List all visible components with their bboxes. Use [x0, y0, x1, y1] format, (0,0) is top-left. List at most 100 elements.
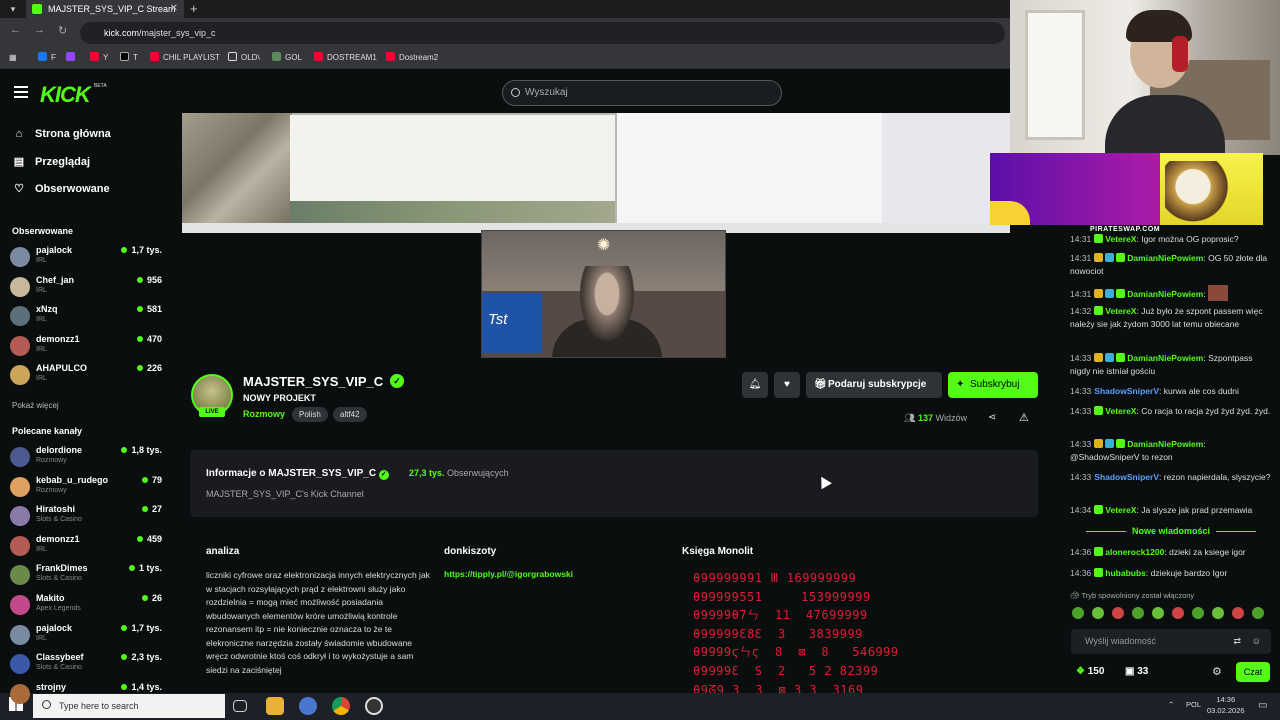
emote-icon[interactable]	[1152, 607, 1164, 619]
notification-bell-button[interactable]: 🔔︎	[742, 372, 768, 398]
url-path: /majster_sys_vip_c	[139, 28, 216, 38]
forward-icon[interactable]: →	[34, 24, 45, 36]
bookmark-dostream2[interactable]: Dostream2	[386, 50, 438, 66]
gift-subs-button[interactable]: 🎁︎ Podaruj subskrypcje	[806, 372, 942, 398]
share-icon[interactable]: ⋖	[988, 412, 996, 423]
chat-username[interactable]: VetereX	[1105, 234, 1136, 244]
emote-bar[interactable]	[1072, 607, 1272, 621]
ledger-line: θ99999551 153999999	[693, 589, 871, 604]
bookmark-x[interactable]: T	[120, 50, 138, 66]
chat-username[interactable]: ShadowSniperV	[1094, 386, 1159, 396]
chat-username[interactable]: DamianNiePowiem	[1127, 439, 1203, 449]
channel-item[interactable]: FrankDimes Slots & Casino 1 tys.	[10, 563, 162, 589]
ksiega-monolit-image: θ99999991 Ⅲ 169999999 θ99999551 153999999…	[693, 569, 903, 693]
emote-icon[interactable]	[1092, 607, 1104, 619]
search-input[interactable]: Wyszukaj	[502, 80, 782, 106]
about-title: Informacje o MAJSTER_SYS_VIP_C ✓	[206, 468, 389, 480]
bookmark-dostream1[interactable]: DOSTREAM1	[314, 50, 377, 66]
chat-username[interactable]: ShadowSniperV	[1094, 472, 1159, 482]
channel-item[interactable]: Makito Apex Legends 26	[10, 593, 162, 619]
category-link[interactable]: Rozmowy	[243, 409, 285, 419]
browser-tab[interactable]: MAJSTER_SYS_VIP_C Stream ✕	[26, 0, 184, 18]
chat-username[interactable]: VetereX	[1105, 306, 1136, 316]
clock[interactable]: 14:36 03.02.2026	[1207, 694, 1245, 716]
chrome-icon[interactable]	[332, 697, 350, 715]
new-messages-divider[interactable]: Nowe wiadomości	[1070, 526, 1272, 536]
channel-item[interactable]: xNzq IRL 581	[10, 304, 162, 330]
emote-icon[interactable]	[1172, 607, 1184, 619]
channel-item[interactable]: delordione Rozmowy 1,8 tys.	[10, 445, 162, 471]
tag-altf42[interactable]: altf42	[333, 407, 367, 422]
chat-send-button[interactable]: Czat	[1236, 662, 1270, 682]
bookmark-facebook[interactable]: F	[38, 50, 56, 66]
tray-chevron-icon[interactable]: ⌃	[1168, 700, 1174, 709]
task-view-icon[interactable]	[233, 700, 247, 712]
channel-item[interactable]: kebab_u_rudego Rozmowy 79	[10, 475, 162, 501]
browse-icon: ▤	[13, 156, 25, 168]
nav-browse[interactable]: ▤ Przeglądaj	[12, 155, 90, 168]
chat-username[interactable]: alonerock1200	[1105, 547, 1164, 557]
app-icon[interactable]	[365, 697, 383, 715]
chat-username[interactable]: DamianNiePowiem	[1127, 253, 1203, 263]
bookmark-youtube[interactable]: Y	[90, 50, 108, 66]
bookmark-chil-playlist[interactable]: CHIL PLAYLIST	[150, 50, 220, 66]
channel-item-name: delordione	[36, 445, 83, 455]
tipply-link[interactable]: https://tipply.pl/@igorgrabowski	[444, 569, 573, 579]
emoji-icon[interactable]: ☺	[1252, 629, 1261, 654]
channel-name[interactable]: MAJSTER_SYS_VIP_C	[243, 374, 383, 389]
channel-item[interactable]: Classybeef Slots & Casino 2,3 tys.	[10, 652, 162, 678]
channel-item[interactable]: pajalock IRL 1,7 tys.	[10, 245, 162, 271]
report-warning-icon[interactable]: ⚠	[1019, 411, 1029, 424]
emote-icon[interactable]	[1212, 607, 1224, 619]
pirate-bird-icon	[1165, 161, 1235, 225]
channel-points[interactable]: ❖ 150	[1076, 666, 1104, 677]
bookmark-gol[interactable]: GOL	[272, 50, 302, 66]
kick-logo[interactable]: KICK	[40, 82, 91, 108]
chat-username[interactable]: VetereX	[1105, 406, 1136, 416]
channel-item[interactable]: Chef_jan IRL 956	[10, 275, 162, 301]
emote-icon[interactable]	[1112, 607, 1124, 619]
nav-following[interactable]: ♡ Obserwowane	[12, 182, 110, 195]
nav-home[interactable]: ⌂ Strona główna	[12, 128, 111, 140]
chat-username[interactable]: VetereX	[1105, 505, 1136, 515]
emote-icon[interactable]	[1252, 607, 1264, 619]
channel-item[interactable]: strojny 1,4 tys.	[10, 682, 162, 708]
show-more-link[interactable]: Pokaż więcej	[12, 401, 59, 410]
back-icon[interactable]: ←	[10, 24, 21, 36]
new-tab-icon[interactable]: +	[190, 0, 198, 18]
tab-search-icon[interactable]: ▾	[4, 0, 22, 18]
chat-username[interactable]: hubabubs	[1105, 568, 1146, 578]
chat-username[interactable]: DamianNiePowiem	[1127, 289, 1203, 299]
follow-heart-button[interactable]: ♥	[774, 372, 800, 398]
emote-icon[interactable]	[1192, 607, 1204, 619]
menu-icon[interactable]	[14, 86, 28, 98]
emote-icon[interactable]	[1072, 607, 1084, 619]
tag-polish[interactable]: Polish	[292, 407, 328, 422]
chat-input[interactable]: Wyślij wiadomość ⇄ ☺	[1071, 629, 1271, 654]
emote-icon[interactable]	[1132, 607, 1144, 619]
chat-settings-icon[interactable]: ⚙	[1212, 665, 1222, 678]
channel-item[interactable]: demonzz1 IRL 470	[10, 334, 162, 360]
file-explorer-icon[interactable]	[266, 697, 284, 715]
channel-item[interactable]: Hiratoshi Slots & Casino 27	[10, 504, 162, 530]
address-bar[interactable]: kick.com/majster_sys_vip_c	[80, 22, 1005, 44]
translate-icon[interactable]: ⇄	[1233, 629, 1241, 654]
channel-item[interactable]: demonzz1 IRL 459	[10, 534, 162, 560]
stream-video[interactable]	[182, 113, 1010, 233]
bookmark-folder-old[interactable]: OLD\	[228, 50, 260, 66]
language-indicator[interactable]: POL	[1186, 700, 1201, 709]
close-tab-icon[interactable]: ✕	[170, 0, 178, 18]
channel-item[interactable]: pajalock IRL 1,7 tys.	[10, 623, 162, 649]
subscribe-button[interactable]: ✦ Subskrybuj	[948, 372, 1038, 398]
chat-username[interactable]: DamianNiePowiem	[1127, 353, 1203, 363]
notification-icon[interactable]: ▭	[1258, 700, 1267, 711]
emote-icon[interactable]	[1232, 607, 1244, 619]
bookmark-twitch[interactable]	[66, 50, 79, 66]
gift-count[interactable]: ▣ 33	[1125, 666, 1148, 677]
channel-item[interactable]: AHAPULCO IRL 226	[10, 363, 162, 389]
reload-icon[interactable]: ↻	[58, 24, 67, 37]
channel-item-viewers: 1,4 tys.	[121, 682, 162, 692]
apps-icon[interactable]: ▦	[9, 50, 17, 66]
chat-message: 14:33 DamianNiePowiem: Szpontpass nigdy n…	[1070, 353, 1253, 376]
obs-icon[interactable]	[299, 697, 317, 715]
